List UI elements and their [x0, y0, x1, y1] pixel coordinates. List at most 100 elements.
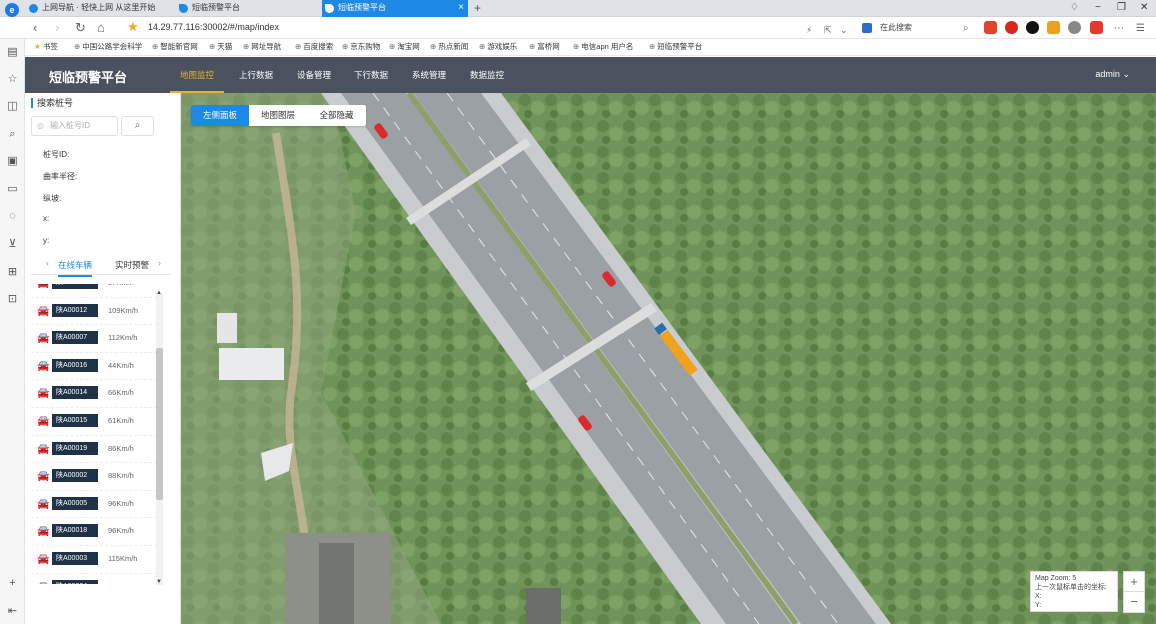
bookmark-item[interactable]: 淘宝网 — [389, 41, 420, 53]
bookmark-item[interactable]: 天猫 — [209, 41, 232, 53]
car-icon: 🚘 — [37, 471, 50, 483]
hide-all-button[interactable]: 全部隐藏 — [307, 105, 366, 126]
refresh-icon[interactable]: ↻ — [75, 20, 86, 36]
browser-tab-3[interactable]: 短临预警平台 × — [322, 0, 468, 17]
map-layers-button[interactable]: 地图图层 — [249, 105, 307, 126]
bookmark-item[interactable]: ★ 书签 — [34, 41, 58, 53]
bookmark-item[interactable]: 百度搜索 — [295, 41, 333, 53]
user-menu[interactable]: admin ⌄ — [1095, 69, 1130, 80]
favorite-star-icon[interactable]: ★ — [127, 19, 139, 35]
app-title: 短临预警平台 — [49, 70, 128, 85]
vehicle-row[interactable]: 🚘 陕A00005 96Km/h — [31, 491, 157, 519]
left-panel-button[interactable]: 左侧面板 — [191, 105, 249, 126]
menu-upstream-data[interactable]: 上行数据 — [229, 57, 283, 93]
extension-icon[interactable] — [984, 21, 997, 34]
search-button[interactable]: ⌕ — [121, 116, 154, 136]
bookmark-item[interactable]: 游戏娱乐 — [479, 41, 517, 53]
search-icon[interactable]: ⌕ — [963, 21, 969, 37]
bookmark-item[interactable]: 富桥网 — [529, 41, 560, 53]
weibo-icon[interactable] — [1068, 21, 1081, 34]
more-icon[interactable]: ⋯ — [1114, 21, 1124, 37]
vehicle-row[interactable]: 🚘 陕A00012 109Km/h — [31, 298, 157, 326]
tab-label: 短临预警平台 — [338, 3, 386, 12]
bookmark-item[interactable]: 短临预警平台 — [649, 41, 702, 53]
vehicle-row[interactable]: 🚘 陕A00015 61Km/h — [31, 408, 157, 436]
vehicle-row[interactable]: 🚘 陕A00019 86Km/h — [31, 436, 157, 464]
panel-tabs: ‹ 在线车辆 实时预警 › — [31, 255, 171, 277]
chevron-down-icon[interactable]: ⌄ — [840, 22, 848, 38]
tab-online-vehicles[interactable]: 在线车辆 — [58, 259, 93, 277]
close-icon[interactable]: × — [458, 0, 464, 16]
home-icon[interactable]: ⌂ — [97, 20, 105, 36]
browser-tab-1[interactable]: 上网导航 · 轻快上网 从这里开始 — [26, 0, 174, 17]
menu-map-monitor[interactable]: 地图监控 — [170, 57, 225, 93]
scroll-down-icon[interactable]: ▼ — [156, 579, 162, 585]
menu-downstream-data[interactable]: 下行数据 — [344, 57, 398, 93]
plate-number: 陕A00014 — [52, 386, 98, 400]
vehicle-row[interactable]: 🚘 陕A00018 96Km/h — [31, 518, 157, 546]
close-window-icon[interactable]: ✕ — [1140, 0, 1148, 16]
add-icon[interactable]: + — [6, 577, 19, 590]
scroll-up-icon[interactable]: ▲ — [156, 290, 162, 296]
vehicle-row[interactable]: 🚘陕A00028 97Km/h — [31, 284, 157, 298]
shirt-icon[interactable]: ♢ — [1070, 0, 1079, 16]
menu-icon[interactable]: ☰ — [1136, 21, 1145, 37]
note-icon[interactable]: ▣ — [6, 155, 19, 168]
extension-icon[interactable] — [1090, 21, 1103, 34]
zoom-in-button[interactable]: + — [1124, 572, 1144, 592]
share-icon[interactable]: ⇱ — [824, 22, 832, 38]
vehicle-row[interactable]: 🚘 陕A00003 115Km/h — [31, 546, 157, 574]
extension-icon[interactable] — [1047, 21, 1060, 34]
vehicle-row[interactable]: 🚘 陕A00007 112Km/h — [31, 325, 157, 353]
extension-icon[interactable] — [1005, 21, 1018, 34]
bookmark-item[interactable]: 中国公路学会科学 — [74, 41, 142, 53]
browser-search-input[interactable]: 在此搜索 — [860, 21, 980, 35]
calculator-icon[interactable]: ▤ — [6, 46, 19, 59]
star-outline-icon[interactable]: ☆ — [6, 73, 19, 86]
tab-label: 上网导航 · 轻快上网 从这里开始 — [42, 3, 156, 12]
cart-icon[interactable]: ⊻ — [6, 238, 19, 251]
bookmark-item[interactable]: 京东购物 — [342, 41, 380, 53]
bookmark-item[interactable]: 智能新官网 — [152, 41, 198, 53]
browser-tab-2[interactable]: 短临预警平台 — [176, 0, 320, 17]
bag-icon[interactable]: ⊡ — [6, 293, 19, 306]
menu-data-monitor[interactable]: 数据监控 — [460, 57, 514, 93]
forward-icon[interactable]: › — [55, 20, 59, 36]
car-icon: 🚘 — [37, 443, 50, 455]
book-icon[interactable]: ◫ — [6, 100, 19, 113]
zoom-out-button[interactable]: − — [1124, 592, 1144, 612]
satellite-map — [181, 93, 1156, 624]
url-field[interactable]: 14.29.77.116:30002/#/map/index — [148, 22, 279, 32]
pile-id-input[interactable]: ◎ 输入桩号ID — [31, 116, 118, 136]
tab-realtime-alerts[interactable]: 实时预警 — [115, 259, 149, 271]
collapse-icon[interactable]: ⇤ — [6, 605, 19, 618]
lightning-icon[interactable]: ⚡ — [806, 22, 812, 38]
map-view[interactable]: 左侧面板 地图图层 全部隐藏 Map Zoom: 5 上一次鼠标单击的坐标: X… — [181, 93, 1156, 624]
car-icon: 🚘 — [37, 498, 50, 510]
map-zoom-text: Map Zoom: 5 — [1035, 575, 1077, 582]
bookmark-item[interactable]: 网址导航 — [243, 41, 281, 53]
search-icon[interactable]: ⌕ — [6, 128, 19, 141]
bookmark-item[interactable]: 热点新闻 — [430, 41, 468, 53]
chevron-left-icon[interactable]: ‹ — [46, 258, 49, 268]
menu-device-management[interactable]: 设备管理 — [287, 57, 341, 93]
vehicle-row[interactable]: 🚘陕A00004 — [31, 574, 157, 584]
grid-icon[interactable]: ⊞ — [6, 266, 19, 279]
vehicle-speed: 61Km/h — [108, 416, 134, 425]
browser-tabbar: e 上网导航 · 轻快上网 从这里开始 短临预警平台 短临预警平台 × + ♢ … — [0, 0, 1156, 17]
vehicle-speed: 112Km/h — [108, 333, 138, 343]
bookmark-item[interactable]: 电信apn 用户名 — [573, 41, 633, 53]
vehicle-row[interactable]: 🚘 陕A00016 44Km/h — [31, 353, 157, 381]
back-icon[interactable]: ‹ — [33, 20, 37, 36]
vehicle-row[interactable]: 🚘 陕A00002 88Km/h — [31, 463, 157, 491]
restore-icon[interactable]: ❐ — [1117, 0, 1126, 16]
menu-system-management[interactable]: 系统管理 — [402, 57, 456, 93]
chevron-right-icon[interactable]: › — [158, 258, 161, 268]
extension-icon[interactable] — [1026, 21, 1039, 34]
chat-icon[interactable]: ◌ — [6, 210, 19, 223]
video-icon[interactable]: ▭ — [6, 183, 19, 196]
vehicle-row[interactable]: 🚘 陕A00014 66Km/h — [31, 380, 157, 408]
new-tab-icon[interactable]: + — [474, 0, 481, 16]
minimize-icon[interactable]: − — [1095, 0, 1101, 16]
scrollbar-thumb[interactable] — [156, 348, 163, 500]
